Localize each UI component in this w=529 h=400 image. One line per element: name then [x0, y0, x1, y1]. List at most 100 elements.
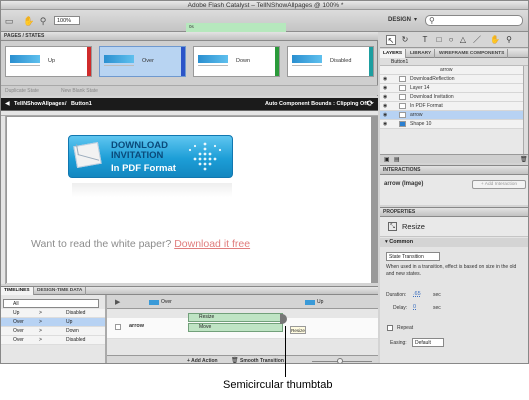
layer-icon	[399, 94, 406, 100]
section-label: Common	[389, 239, 414, 245]
refresh-icon[interactable]: ⟳	[367, 99, 374, 108]
breadcrumb: ◀ TellNShowAllpages / Button1 Auto Compo…	[1, 98, 378, 110]
state-preview-line	[10, 65, 40, 66]
layer-row[interactable]: ◉ Shape 10	[380, 120, 523, 129]
hand-tool-icon[interactable]: ✋	[23, 16, 34, 26]
zoom-select[interactable]: 100%	[54, 16, 80, 25]
state-filter-select[interactable]: All	[3, 299, 99, 308]
layer-icon	[399, 103, 406, 109]
eye-icon[interactable]: ◉	[383, 75, 387, 84]
interaction-target: arrow (Image)	[384, 181, 424, 187]
layer-row[interactable]: ◉ DownloadReflection	[380, 75, 523, 84]
transition-select[interactable]: State Transition	[386, 252, 440, 261]
state-color-stripe	[87, 47, 91, 76]
transition-row-selected[interactable]: Over > Up	[1, 318, 105, 327]
state-mini-thumbnail	[149, 300, 159, 305]
state-thumbnail-up[interactable]: Up	[5, 46, 92, 77]
layer-row[interactable]: ◉ Layer 14	[380, 84, 523, 93]
new-layer-icon[interactable]: ▣	[384, 156, 390, 163]
breadcrumb-component: Button1	[71, 101, 92, 107]
duration-unit: sec	[433, 292, 441, 298]
common-section-header[interactable]: ▾ Common	[380, 238, 528, 247]
layers-scrollbar[interactable]	[523, 66, 528, 154]
zoom-tool-icon[interactable]: ⚲	[504, 35, 514, 45]
state-label: Down	[236, 58, 251, 64]
add-action-button[interactable]: + Add Action	[187, 358, 218, 363]
transition-row[interactable]: Over > Disabled	[1, 336, 105, 345]
state-thumbnail-over[interactable]: Over	[99, 46, 186, 77]
search-input[interactable]: ⚲	[425, 15, 523, 26]
repeat-label: Repeat	[397, 325, 414, 331]
state-thumbnail-down[interactable]: Down	[193, 46, 280, 77]
states-actions-bar: Duplicate State New Blank State	[1, 85, 378, 95]
transition-row[interactable]: Up > Disabled	[1, 309, 105, 318]
panel-header: PROPERTIES	[380, 208, 528, 217]
text-tool-icon[interactable]: T	[420, 35, 430, 45]
ellipse-tool-icon[interactable]: ○	[446, 35, 456, 45]
rotate-tool-icon[interactable]: ↻	[400, 35, 410, 45]
envelope-icon	[73, 141, 102, 169]
hand-tool-icon[interactable]: ✋	[490, 35, 500, 45]
download-link[interactable]: Download it free	[174, 238, 250, 250]
back-arrow-icon[interactable]: ◀	[5, 100, 10, 107]
tab-design-time-data[interactable]: DESIGN-TIME DATA	[34, 287, 87, 295]
state-label: Up	[48, 58, 56, 64]
new-sublayer-icon[interactable]: ▤	[394, 156, 400, 163]
add-interaction-button[interactable]: + Add Interaction	[472, 180, 526, 189]
delay-value[interactable]: 0	[413, 304, 416, 310]
line-tool-icon[interactable]: ／	[472, 35, 482, 45]
workspace-switcher[interactable]: DESIGN	[388, 17, 411, 23]
callout-label: Semicircular thumbtab	[223, 379, 333, 391]
effect-bar-move[interactable]: Move	[188, 323, 283, 332]
rectangle-tool-icon[interactable]: □	[434, 35, 444, 45]
layer-row[interactable]: ◉ In PDF Format	[380, 102, 523, 111]
interactions-panel: INTERACTIONS arrow (Image) + Add Interac…	[380, 165, 528, 205]
layer-row[interactable]: arrow	[380, 66, 523, 75]
polygon-tool-icon[interactable]: △	[458, 35, 468, 45]
layers-footer: ▣ ▤ 🗑	[380, 154, 528, 163]
layer-name: Download Invitation	[410, 94, 454, 100]
zoom-tool-icon[interactable]: ⚲	[38, 16, 48, 26]
duplicate-state-button[interactable]: Duplicate State	[5, 88, 39, 94]
chevron-down-icon[interactable]: ▾	[414, 16, 417, 23]
timeline-range	[186, 23, 286, 32]
effect-bar-resize[interactable]: Resize	[188, 313, 283, 322]
easing-select[interactable]: Default	[412, 338, 444, 347]
select-tool-icon[interactable]: ↖	[386, 35, 396, 45]
trash-icon[interactable]: 🗑	[231, 357, 239, 363]
layer-group-button1[interactable]: Button1	[380, 58, 528, 66]
layer-row[interactable]: ◉ Download Invitation	[380, 93, 523, 102]
transition-row[interactable]: Over > Down	[1, 327, 105, 336]
duration-value[interactable]: .65	[413, 291, 421, 297]
tab-library[interactable]: LIBRARY	[407, 49, 436, 58]
trash-icon[interactable]: 🗑	[520, 156, 528, 163]
eye-icon[interactable]: ◉	[383, 84, 387, 93]
new-blank-state-button[interactable]: New Blank State	[61, 88, 98, 94]
window-title: Adobe Flash Catalyst – TellNShowAllpages…	[1, 1, 528, 10]
eye-icon[interactable]: ◉	[383, 120, 387, 129]
state-thumbnail-disabled[interactable]: Disabled	[287, 46, 374, 77]
eye-icon[interactable]: ◉	[383, 102, 387, 111]
artboard[interactable]: DOWNLOAD INVITATION In PDF Format Want t…	[7, 117, 371, 283]
track-checkbox[interactable]	[115, 324, 121, 330]
state-color-stripe	[275, 47, 279, 76]
zoom-slider-knob[interactable]	[337, 358, 343, 363]
eye-icon[interactable]: ◉	[383, 111, 387, 120]
property-title: Resize	[402, 222, 425, 231]
state-label: Over	[142, 58, 154, 64]
download-button[interactable]: DOWNLOAD INVITATION In PDF Format	[68, 135, 233, 178]
delay-label: Delay:	[393, 305, 408, 311]
play-icon[interactable]: ▶	[115, 298, 120, 306]
layer-icon	[399, 76, 406, 82]
repeat-checkbox[interactable]	[387, 325, 393, 331]
smooth-transition-button[interactable]: Smooth Transition	[240, 358, 284, 363]
tab-layers[interactable]: LAYERS	[380, 49, 407, 58]
dotted-arrow-icon	[188, 142, 222, 171]
breadcrumb-file[interactable]: TellNShowAllpages	[14, 101, 65, 107]
delay-unit: sec	[433, 305, 441, 311]
component-bounds-toggle[interactable]: Auto Component Bounds : Clipping Off	[265, 101, 368, 107]
tab-timelines[interactable]: TIMELINES	[1, 287, 34, 295]
layer-row-selected[interactable]: ◉ arrow	[380, 111, 523, 120]
eye-icon[interactable]: ◉	[383, 93, 387, 102]
tab-wireframe-components[interactable]: WIREFRAME COMPONENTS	[436, 49, 509, 58]
